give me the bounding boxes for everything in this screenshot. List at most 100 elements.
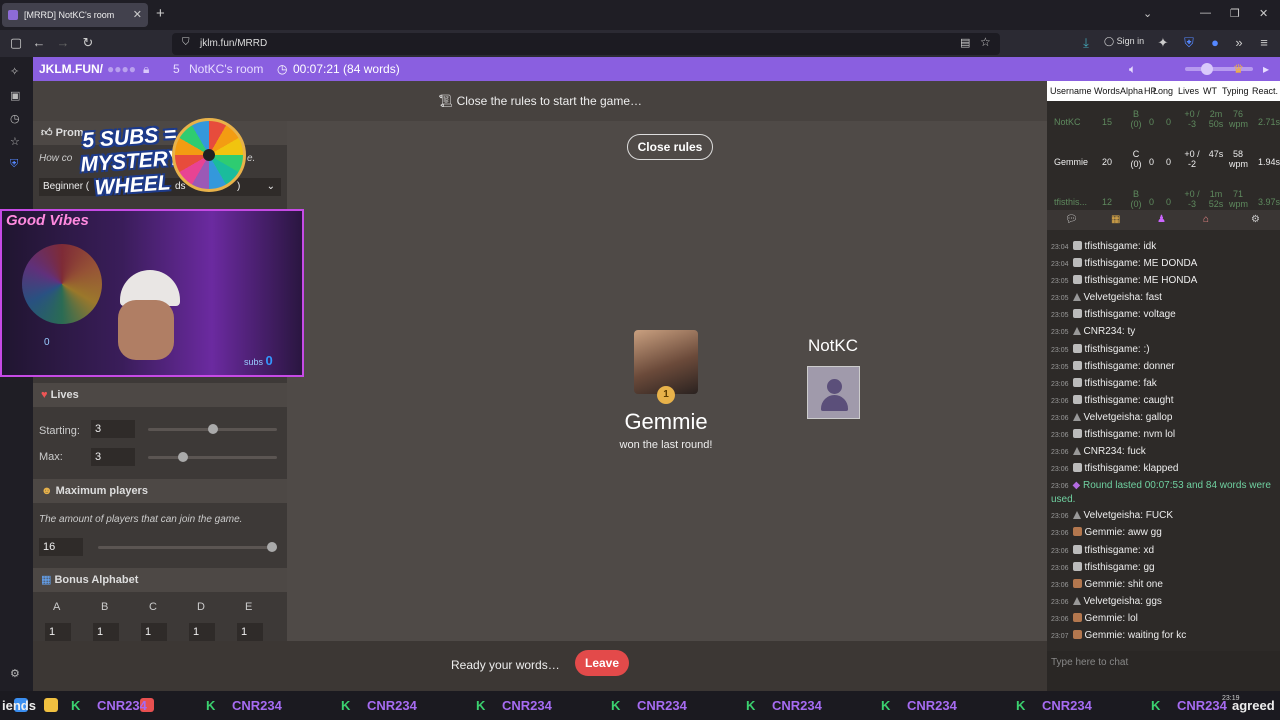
settings-tab-icon[interactable]: ⚙ — [1251, 214, 1260, 225]
room-tab-icon[interactable]: ⌂ — [1203, 214, 1209, 225]
back-icon[interactable]: ← — [30, 35, 48, 50]
volume-knob[interactable] — [1201, 63, 1213, 75]
ticker-text: CNR234 — [502, 698, 552, 713]
close-rules-button[interactable]: Close rules — [627, 134, 713, 160]
extension-icon[interactable]: ✦ — [1154, 35, 1172, 51]
bonus-letter-input[interactable]: 1 — [93, 623, 119, 641]
chat-message: 23:04 tfisthisgame: idk — [1051, 241, 1157, 252]
right-panel: Username Words Alpha HP Long Lives WT Typing Rea… — [1047, 81, 1280, 691]
url-bar[interactable]: ⛉ jklm.fun/MRRD ▤ ☆ — [172, 33, 1000, 55]
chat-message: 23:05 tfisthisgame: donner — [1051, 360, 1175, 372]
leave-button[interactable]: Leave — [575, 650, 629, 676]
twitch-icon — [1072, 429, 1082, 439]
scoreboard-cell: +0 / -3 — [1184, 109, 1200, 129]
bonus-letter-input[interactable]: 1 — [237, 623, 263, 641]
collapse-panel-icon[interactable]: ▸ — [1263, 62, 1269, 76]
ticker-text: CNR234 — [97, 698, 147, 713]
history-icon[interactable]: ◷ — [10, 112, 20, 125]
leaderboard-tab-icon[interactable]: ▦ — [1111, 214, 1120, 225]
reload-icon[interactable]: ↻ — [79, 35, 97, 51]
scoreboard-column-header[interactable]: Lives — [1178, 86, 1199, 96]
forward-icon[interactable]: → — [54, 35, 72, 50]
profile-icon[interactable]: ● — [1206, 35, 1224, 50]
max-lives-knob[interactable] — [177, 452, 188, 462]
menu-icon[interactable]: ≡ — [1255, 35, 1273, 50]
player-name: NotKC — [807, 336, 859, 355]
scoreboard-cell: 15 — [1102, 117, 1113, 127]
bookmarks-icon[interactable]: ☆ — [10, 135, 20, 148]
downloads-icon[interactable]: ⤓ — [1077, 35, 1095, 51]
chat-tab-icon[interactable]: 💬︎ — [1065, 214, 1078, 225]
reader-view-icon[interactable]: ▤ — [960, 36, 970, 49]
kick-icon: K — [611, 698, 621, 713]
minimize-icon[interactable]: — — [1200, 7, 1211, 19]
bonus-alphabet-section-header: ▦ Bonus Alphabet — [33, 568, 287, 592]
user-avatar-icon — [1072, 578, 1082, 588]
bonus-letter: D — [197, 601, 205, 613]
ai-chat-icon[interactable]: ✧ — [10, 65, 19, 78]
kick-icon: K — [71, 698, 81, 713]
sign-in-button[interactable]: ◯ Sign in — [1104, 36, 1144, 47]
maximize-icon[interactable]: ❐ — [1230, 7, 1240, 20]
system-icon: ◆ — [1072, 480, 1083, 492]
bonus-letter-input[interactable]: 1 — [45, 623, 71, 641]
players-tab-icon[interactable]: ♟ — [1157, 214, 1166, 225]
bonus-letter: E — [245, 601, 253, 613]
settings-icon[interactable]: ⚙ — [10, 667, 20, 680]
chat-message: 23:06 Velvetgeisha: FUCK — [1051, 510, 1174, 522]
shield-icon[interactable]: ⛉ — [182, 37, 190, 48]
chat-message: 23:05 tfisthisgame: voltage — [1051, 309, 1176, 321]
scoreboard-column-header[interactable]: WT — [1203, 86, 1217, 96]
ticker-text: CNR234 — [907, 698, 957, 713]
starting-lives-input[interactable]: 3 — [91, 420, 135, 438]
scoreboard-column-header[interactable]: React. — [1252, 86, 1278, 96]
crown-icon[interactable]: ♛ — [1233, 62, 1244, 76]
synced-tabs-icon[interactable]: ▣ — [10, 89, 20, 102]
default-avatar-body — [821, 395, 848, 411]
max-players-slider[interactable] — [98, 546, 277, 549]
site-logo[interactable]: JKLM.FUN/ — [39, 62, 103, 76]
bitwarden-sidebar-icon[interactable]: ⛨ — [10, 158, 18, 171]
new-tab-icon[interactable]: + — [156, 5, 165, 22]
max-lives-slider[interactable] — [148, 456, 277, 459]
chat-message: 23:06 tfisthisgame: fak — [1051, 377, 1157, 389]
max-players-section-header: ☻ Maximum players — [33, 479, 287, 503]
guest-icon — [1072, 327, 1081, 336]
bonus-letter-input[interactable]: 1 — [189, 623, 215, 641]
tab-list-icon[interactable]: ⌄ — [1143, 7, 1152, 20]
max-lives-input[interactable]: 3 — [91, 448, 135, 466]
starting-lives-knob[interactable] — [207, 424, 218, 434]
ready-text: Ready your words… — [451, 658, 560, 672]
lives-section-header: ♥ Lives — [33, 383, 287, 407]
overflow-icon[interactable]: » — [1230, 35, 1248, 50]
twitch-icon — [1072, 309, 1082, 319]
window-close-icon[interactable]: ✕ — [1259, 7, 1268, 20]
scoreboard-column-header[interactable]: Words — [1094, 86, 1120, 96]
scoreboard-cell: 1.94s — [1258, 157, 1280, 167]
bookmark-star-icon[interactable]: ☆ — [980, 35, 991, 49]
system-message: 23:06 ◆ Round lasted 00:07:53 and 84 word… — [1051, 480, 1271, 506]
sidebar-toggle-icon[interactable]: ▢ — [7, 35, 25, 51]
bonus-letter-input[interactable]: 1 — [141, 623, 167, 641]
scoreboard-cell: +0 / -2 — [1184, 149, 1200, 169]
max-players-knob[interactable] — [267, 542, 277, 552]
volume-icon[interactable]: 🔈︎ — [1129, 62, 1136, 77]
scoreboard-column-header[interactable]: Username — [1050, 86, 1092, 96]
good-vibes-sign: Good Vibes — [6, 212, 89, 229]
players-icon: ☻ — [41, 485, 53, 497]
browser-tab[interactable]: [MRRD] NotKC's room ✕ — [2, 3, 148, 27]
scoreboard-column-header[interactable]: Long — [1153, 86, 1173, 96]
bitwarden-icon[interactable]: ⛨ — [1180, 35, 1198, 51]
max-players-input[interactable]: 16 — [39, 538, 83, 556]
explorer-icon[interactable] — [44, 698, 58, 712]
cam-wheel-value: 0 — [44, 337, 50, 348]
scoreboard-column-header[interactable]: Alpha — [1120, 86, 1143, 96]
scoreboard-header: Username Words Alpha HP Long Lives WT Typing Rea… — [1047, 81, 1280, 101]
twitch-icon — [1072, 544, 1082, 554]
tab-close-icon[interactable]: ✕ — [133, 8, 142, 21]
chat-message: 23:06 CNR234: fuck — [1051, 446, 1146, 458]
rules-notice: 📜︎ Close the rules to start the game… — [33, 81, 1047, 121]
chat-input[interactable]: Type here to chat — [1047, 651, 1280, 691]
scoreboard-column-header[interactable]: Typing — [1222, 86, 1249, 96]
navigation-bar: ▢ ← → ↻ ⛉ jklm.fun/MRRD ▤ ☆ ⤓ ◯ Sign in … — [0, 30, 1280, 57]
